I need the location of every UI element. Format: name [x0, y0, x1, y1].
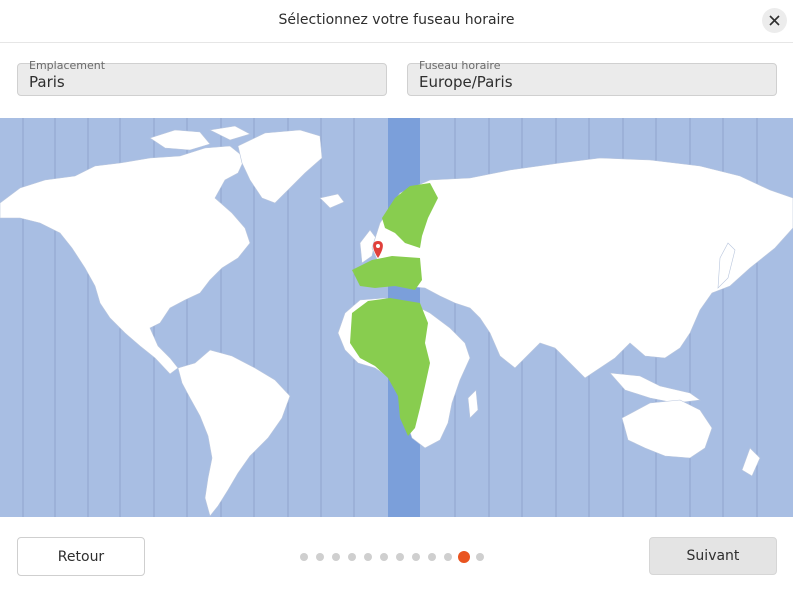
- step-dot: [444, 553, 452, 561]
- back-button[interactable]: Retour: [17, 537, 145, 576]
- step-dot-current: [458, 551, 470, 563]
- world-map[interactable]: [0, 118, 793, 517]
- location-label: Emplacement: [29, 59, 106, 72]
- step-dot: [396, 553, 404, 561]
- next-button[interactable]: Suivant: [649, 537, 777, 575]
- timezone-label: Fuseau horaire: [419, 59, 501, 72]
- step-dot: [364, 553, 372, 561]
- step-dot: [476, 553, 484, 561]
- close-button[interactable]: [762, 8, 787, 33]
- close-icon: [769, 15, 780, 26]
- title-bar: Sélectionnez votre fuseau horaire: [0, 0, 793, 43]
- step-dot: [380, 553, 388, 561]
- location-field[interactable]: Emplacement Paris: [17, 59, 387, 96]
- timezone-map[interactable]: [0, 118, 793, 517]
- step-dot: [348, 553, 356, 561]
- step-dot: [428, 553, 436, 561]
- step-dot: [332, 553, 340, 561]
- timezone-field[interactable]: Fuseau horaire Europe/Paris: [407, 59, 777, 96]
- step-dot: [316, 553, 324, 561]
- step-indicator: [300, 551, 492, 563]
- location-value[interactable]: Paris: [29, 73, 65, 91]
- step-dot: [412, 553, 420, 561]
- timezone-value[interactable]: Europe/Paris: [419, 73, 513, 91]
- step-dot: [300, 553, 308, 561]
- window-title: Sélectionnez votre fuseau horaire: [278, 12, 515, 28]
